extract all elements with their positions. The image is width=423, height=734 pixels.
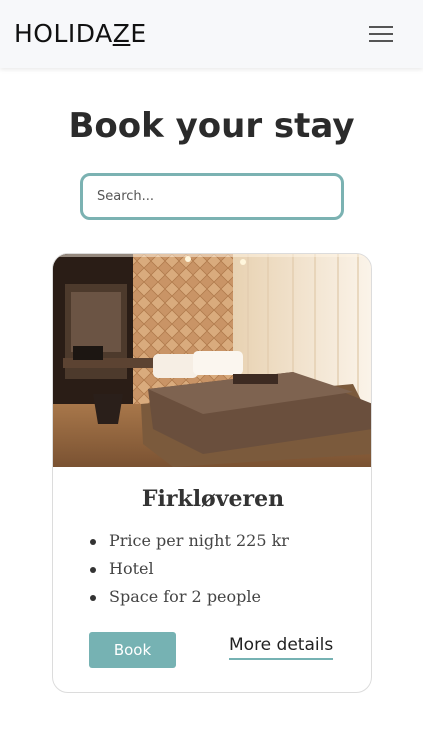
list-item: Price per night 225 kr [89,527,359,555]
logo[interactable]: HOLIDAZE [14,19,147,49]
list-item: Hotel [89,555,359,583]
list-item: Space for 2 people [89,583,359,611]
navbar: HOLIDAZE [0,0,423,68]
hotel-room-image [53,254,371,467]
logo-end: E [130,19,147,48]
book-button[interactable]: Book [89,632,176,668]
card-title: Firkløveren [141,486,285,512]
logo-text: HOLIDA [14,19,113,48]
feature-list: Price per night 225 kr Hotel Space for 2… [89,527,359,611]
search-input[interactable] [80,173,344,220]
accommodation-card: Firkløveren Price per night 225 kr Hotel… [52,253,372,693]
more-details-link[interactable]: More details [229,635,334,660]
page-title: Book your stay [68,106,355,146]
hamburger-menu-icon[interactable] [365,22,395,46]
logo-z: Z [112,19,131,48]
